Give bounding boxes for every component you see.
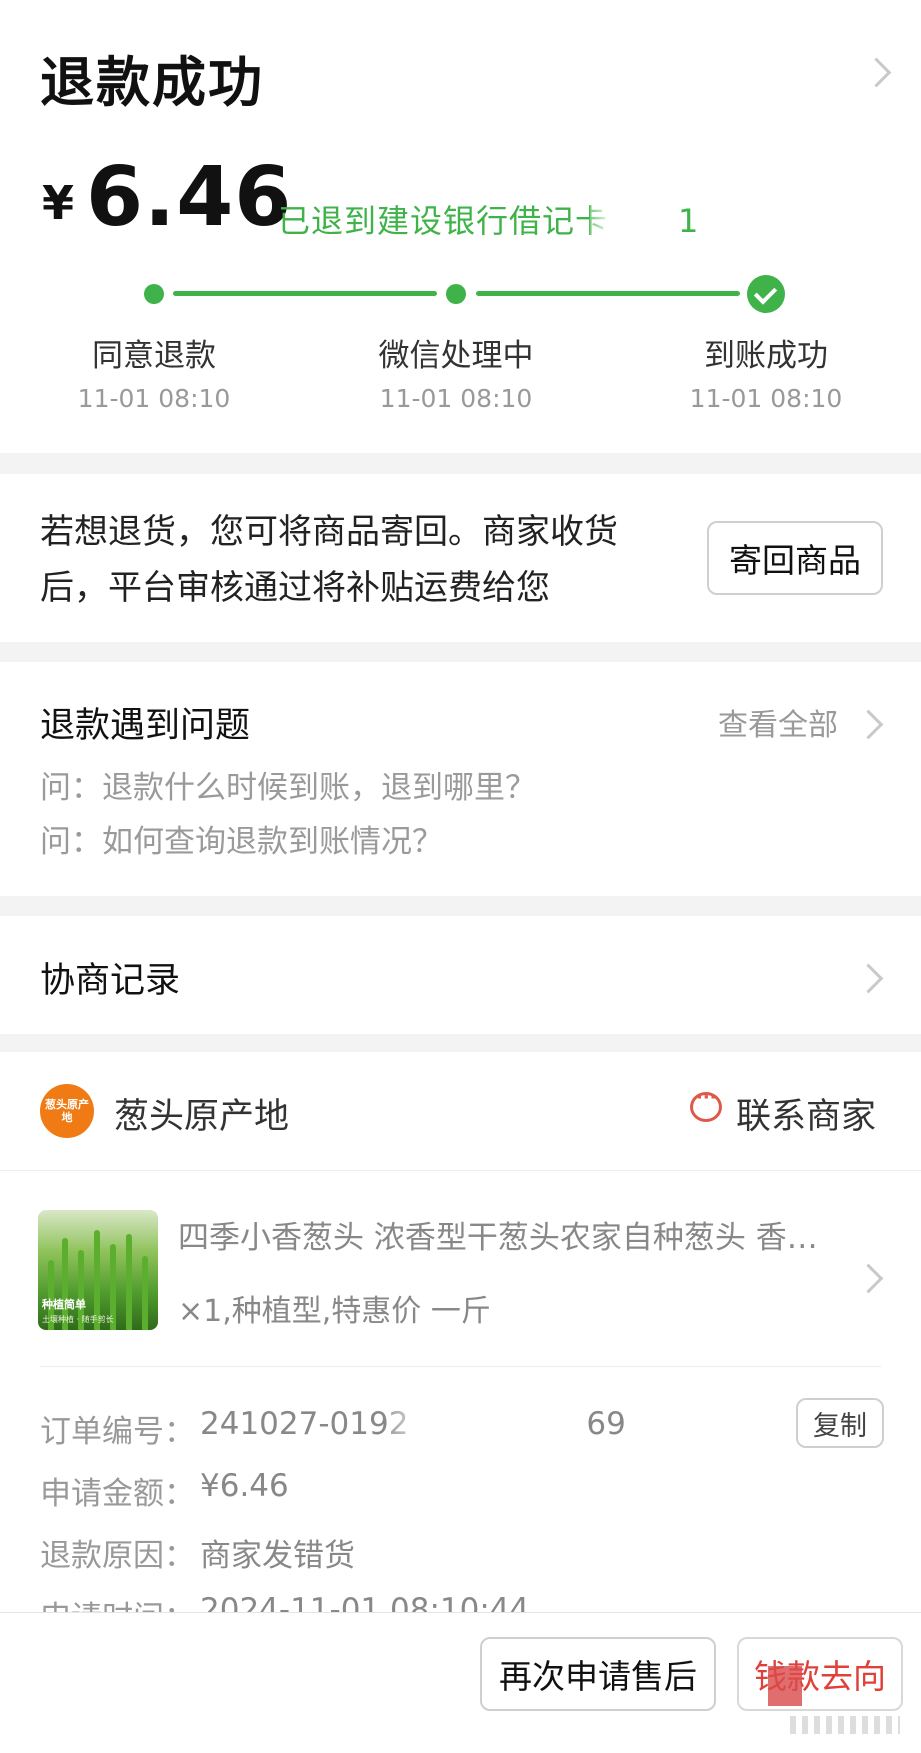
view-all-link[interactable]: 查看全部 [718, 700, 838, 744]
progress-dot-1 [144, 284, 164, 304]
progress-line-2 [476, 291, 740, 296]
return-goods-hint-line1: 若想退货，您可将商品寄回。商家收货 [40, 512, 618, 552]
store-name[interactable]: 葱头原产地 [114, 1088, 289, 1139]
divider [0, 1170, 921, 1171]
faq-title: 退款遇到问题 [40, 706, 251, 746]
chevron-right-icon[interactable] [853, 963, 884, 994]
faq-question-2[interactable]: 问：如何查询退款到账情况？ [40, 816, 443, 861]
watermark [790, 1716, 900, 1734]
refund-reason-value: 商家发错货 [200, 1538, 355, 1574]
return-goods-hint-line2: 后，平台审核通过将补贴运费给您 [40, 568, 550, 608]
order-id-label: 订单编号： [40, 1414, 195, 1450]
store-logo: 葱头原产地 [40, 1084, 94, 1138]
faq-question-1[interactable]: 问：退款什么时候到账，退到哪里？ [40, 762, 536, 807]
currency-symbol: ¥ [42, 176, 75, 230]
apply-amount-label: 申请金额： [40, 1476, 195, 1512]
refund-faq-card: 退款遇到问题 查看全部 问：退款什么时候到账，退到哪里？ 问：如何查询退款到账情… [0, 662, 921, 896]
step-label-processing: 微信处理中 [378, 338, 534, 374]
product-spec: ×1,种植型,特惠价 一斤 [178, 1294, 491, 1329]
negotiation-record-row[interactable]: 协商记录 [0, 916, 921, 1034]
page-title: 退款成功 [40, 51, 264, 114]
return-goods-card: 若想退货，您可将商品寄回。商家收货 后，平台审核通过将补贴运费给您 寄回商品 [0, 474, 921, 642]
store-order-card: 葱头原产地 葱头原产地 联系商家 种植简单 土壤种植 · 随手剪长 四季小香葱头… [0, 1052, 921, 1636]
progress-line-1 [173, 291, 437, 296]
refund-status-card: 退款成功 ¥ 6.46 已退到建设银行借记卡 1 同意退款 微信处理中 到账成功 … [0, 0, 921, 453]
product-thumbnail-caption: 种植简单 [42, 1298, 86, 1311]
chevron-right-icon[interactable] [853, 709, 884, 740]
step-label-arrived: 到账成功 [704, 338, 828, 374]
check-circle-icon [747, 275, 785, 313]
chat-bubble-icon[interactable] [690, 1087, 722, 1122]
contact-merchant-button[interactable]: 联系商家 [736, 1088, 876, 1139]
product-thumbnail-subcaption: 土壤种植 · 随手剪长 [42, 1315, 114, 1324]
privacy-mask [768, 1666, 802, 1706]
apply-amount-value: ¥6.46 [200, 1468, 289, 1504]
return-goods-hint: 若想退货，您可将商品寄回。商家收货 后，平台审核通过将补贴运费给您 [40, 504, 680, 616]
step-label-agree: 同意退款 [92, 338, 216, 374]
divider [40, 1366, 881, 1367]
product-thumbnail[interactable]: 种植简单 土壤种植 · 随手剪长 [38, 1210, 158, 1330]
copy-order-id-button[interactable]: 复制 [796, 1398, 884, 1448]
chevron-right-icon[interactable] [853, 1263, 884, 1294]
refund-amount: 6.46 [86, 150, 293, 245]
reapply-aftersale-button[interactable]: 再次申请售后 [480, 1637, 716, 1711]
refund-reason-label: 退款原因： [40, 1538, 195, 1574]
refund-tracking-button[interactable]: 钱款去向 [737, 1637, 903, 1711]
refund-destination-text: 已退到建设银行借记卡 [278, 202, 609, 240]
step-time-processing: 11-01 08:10 [379, 384, 533, 413]
step-time-agree: 11-01 08:10 [77, 384, 231, 413]
return-goods-button[interactable]: 寄回商品 [707, 521, 883, 595]
negotiation-record-title: 协商记录 [40, 961, 181, 1001]
privacy-mask [388, 1396, 578, 1440]
card-tail: 1 [678, 202, 700, 240]
step-time-arrived: 11-01 08:10 [689, 384, 843, 413]
product-name[interactable]: 四季小香葱头 浓香型干葱头农家自种葱头 香… [178, 1212, 838, 1257]
chevron-right-icon[interactable] [861, 57, 892, 88]
privacy-mask [590, 190, 666, 236]
progress-dot-2 [446, 284, 466, 304]
